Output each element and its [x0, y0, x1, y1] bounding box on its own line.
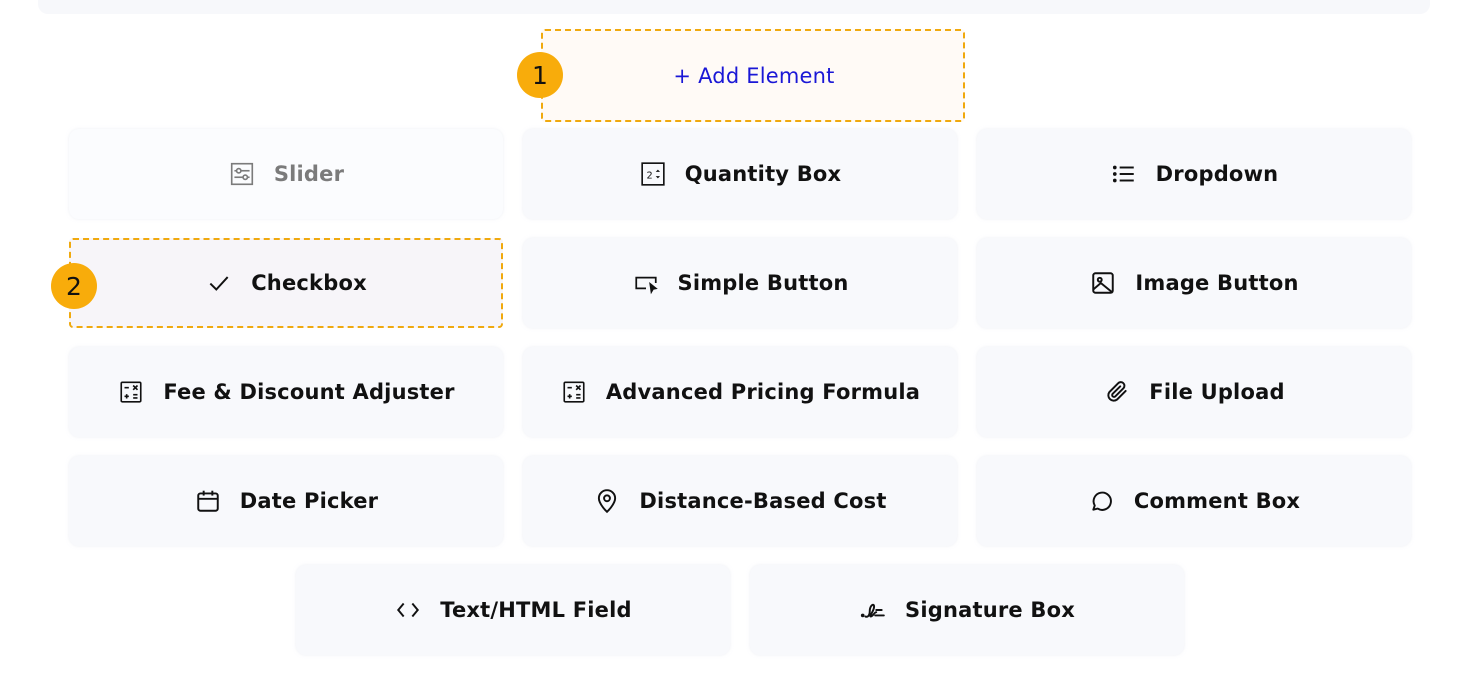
- button-cursor-icon: [632, 269, 660, 297]
- calendar-icon: [194, 487, 222, 515]
- quantity-box-icon: 2: [639, 160, 667, 188]
- element-card-date-picker[interactable]: Date Picker: [69, 456, 503, 546]
- code-icon: [394, 596, 422, 624]
- element-card-image-button[interactable]: Image Button: [977, 238, 1411, 328]
- element-card-text-html-field[interactable]: Text/HTML Field: [296, 565, 730, 655]
- element-label: Dropdown: [1155, 162, 1279, 186]
- element-label: Checkbox: [251, 271, 367, 295]
- element-card-file-upload[interactable]: File Upload: [977, 347, 1411, 437]
- slider-icon: [228, 160, 256, 188]
- element-label: Quantity Box: [684, 162, 842, 186]
- element-card-checkbox[interactable]: Checkbox: [69, 238, 503, 328]
- map-pin-icon: [593, 487, 621, 515]
- top-panel: [38, 0, 1430, 14]
- element-label: Advanced Pricing Formula: [605, 380, 921, 404]
- element-label: Distance-Based Cost: [639, 489, 887, 513]
- element-label: Comment Box: [1133, 489, 1301, 513]
- add-element-label: + Add Element: [673, 63, 835, 88]
- element-card-comment-box[interactable]: Comment Box: [977, 456, 1411, 546]
- element-label: Simple Button: [677, 271, 849, 295]
- element-card-signature-box[interactable]: Signature Box: [750, 565, 1184, 655]
- element-label: Fee & Discount Adjuster: [163, 380, 455, 404]
- element-card-advanced-pricing-formula[interactable]: Advanced Pricing Formula: [523, 347, 957, 437]
- element-label: Image Button: [1135, 271, 1299, 295]
- element-label: Date Picker: [239, 489, 379, 513]
- checkmark-icon: [205, 269, 233, 297]
- image-icon: [1089, 269, 1117, 297]
- element-card-simple-button[interactable]: Simple Button: [523, 238, 957, 328]
- calculator-icon: [560, 378, 588, 406]
- element-card-slider[interactable]: Slider: [69, 129, 503, 219]
- signature-icon: [859, 596, 887, 624]
- element-card-distance-based-cost[interactable]: Distance-Based Cost: [523, 456, 957, 546]
- element-label: File Upload: [1149, 380, 1285, 404]
- add-element-button[interactable]: + Add Element: [541, 29, 965, 122]
- paperclip-icon: [1103, 378, 1131, 406]
- element-card-quantity-box[interactable]: 2 Quantity Box: [523, 129, 957, 219]
- element-label: Slider: [273, 162, 345, 186]
- element-card-fee-discount-adjuster[interactable]: Fee & Discount Adjuster: [69, 347, 503, 437]
- svg-text:2: 2: [646, 170, 652, 181]
- step-marker-2: 2: [51, 263, 97, 309]
- step-marker-1: 1: [517, 52, 563, 98]
- list-icon: [1110, 160, 1138, 188]
- element-card-dropdown[interactable]: Dropdown: [977, 129, 1411, 219]
- comment-icon: [1088, 487, 1116, 515]
- calculator-icon: [117, 378, 145, 406]
- element-label: Text/HTML Field: [440, 598, 632, 622]
- element-label: Signature Box: [905, 598, 1075, 622]
